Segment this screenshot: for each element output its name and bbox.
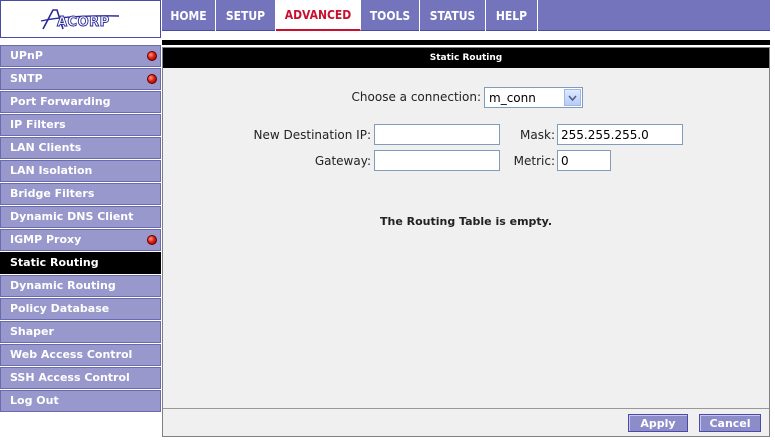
cancel-button[interactable]: Cancel — [699, 414, 761, 432]
chevron-down-icon[interactable] — [564, 89, 581, 106]
connection-select-value: m_conn — [489, 90, 536, 105]
sidebar-item-label: Web Access Control — [10, 348, 133, 361]
mask-input[interactable] — [557, 124, 683, 145]
sidebar-item-lan-clients[interactable]: LAN Clients — [0, 137, 161, 159]
tab-tools[interactable]: TOOLS — [361, 0, 420, 31]
sidebar-item-label: IGMP Proxy — [10, 233, 82, 246]
acorp-logo-icon: ACORP — [40, 9, 119, 30]
sidebar-item-ssh-access-control[interactable]: SSH Access Control — [0, 367, 161, 389]
sidebar-item-web-access-control[interactable]: Web Access Control — [0, 344, 161, 366]
sidebar-item-sntp[interactable]: SNTP — [0, 68, 161, 90]
logo: ACORP — [0, 0, 161, 38]
sidebar: UPnP SNTP Port Forwarding IP Filters LAN… — [0, 45, 161, 413]
sidebar-item-label: Policy Database — [10, 302, 110, 315]
connection-label: Choose a connection: — [351, 90, 481, 104]
sidebar-item-label: Log Out — [10, 394, 59, 407]
tab-advanced[interactable]: ADVANCED — [276, 0, 361, 31]
sidebar-item-dynamic-routing[interactable]: Dynamic Routing — [0, 275, 161, 297]
sidebar-item-lan-isolation[interactable]: LAN Isolation — [0, 160, 161, 182]
alert-dot-icon — [147, 51, 157, 61]
page-title: Static Routing — [163, 48, 769, 68]
sidebar-item-igmp-proxy[interactable]: IGMP Proxy — [0, 229, 161, 251]
sidebar-item-policy-database[interactable]: Policy Database — [0, 298, 161, 320]
apply-button[interactable]: Apply — [628, 414, 688, 432]
sidebar-item-label: Port Forwarding — [10, 95, 111, 108]
logo-text: ACORP — [57, 15, 110, 30]
sidebar-item-label: LAN Clients — [10, 141, 82, 154]
sidebar-item-ip-filters[interactable]: IP Filters — [0, 114, 161, 136]
sidebar-item-label: Static Routing — [10, 256, 99, 269]
sidebar-item-bridge-filters[interactable]: Bridge Filters — [0, 183, 161, 205]
tab-status[interactable]: STATUS — [420, 0, 486, 31]
main-panel: Static Routing Choose a connection: m_co… — [162, 47, 770, 437]
tab-home[interactable]: HOME — [162, 0, 216, 31]
mask-label: Mask: — [520, 128, 555, 142]
sidebar-item-upnp[interactable]: UPnP — [0, 45, 161, 67]
sidebar-item-label: LAN Isolation — [10, 164, 93, 177]
sidebar-item-label: SNTP — [10, 72, 43, 85]
sidebar-item-static-routing[interactable]: Static Routing — [0, 252, 161, 274]
destination-ip-label: New Destination IP: — [253, 128, 371, 142]
alert-dot-icon — [147, 74, 157, 84]
sidebar-item-shaper[interactable]: Shaper — [0, 321, 161, 343]
sidebar-item-log-out[interactable]: Log Out — [0, 390, 161, 412]
sidebar-item-dynamic-dns-client[interactable]: Dynamic DNS Client — [0, 206, 161, 228]
sidebar-item-label: Dynamic DNS Client — [10, 210, 134, 223]
nav-divider — [162, 40, 770, 45]
sidebar-item-label: Shaper — [10, 325, 54, 338]
metric-input[interactable] — [557, 150, 611, 171]
sidebar-item-label: IP Filters — [10, 118, 66, 131]
tab-help[interactable]: HELP — [486, 0, 538, 31]
sidebar-item-label: SSH Access Control — [10, 371, 130, 384]
connection-select[interactable]: m_conn — [484, 87, 583, 108]
metric-label: Metric: — [513, 154, 555, 168]
tab-setup[interactable]: SETUP — [216, 0, 276, 31]
top-nav: HOME SETUP ADVANCED TOOLS STATUS HELP — [162, 0, 770, 31]
sidebar-item-label: UPnP — [10, 49, 43, 62]
sidebar-item-port-forwarding[interactable]: Port Forwarding — [0, 91, 161, 113]
sidebar-item-label: Bridge Filters — [10, 187, 95, 200]
destination-ip-input[interactable] — [374, 124, 500, 145]
empty-table-message: The Routing Table is empty. — [379, 215, 553, 228]
gateway-input[interactable] — [374, 150, 500, 171]
alert-dot-icon — [147, 235, 157, 245]
button-bar: Apply Cancel — [163, 408, 769, 436]
gateway-label: Gateway: — [314, 154, 371, 168]
sidebar-item-label: Dynamic Routing — [10, 279, 116, 292]
